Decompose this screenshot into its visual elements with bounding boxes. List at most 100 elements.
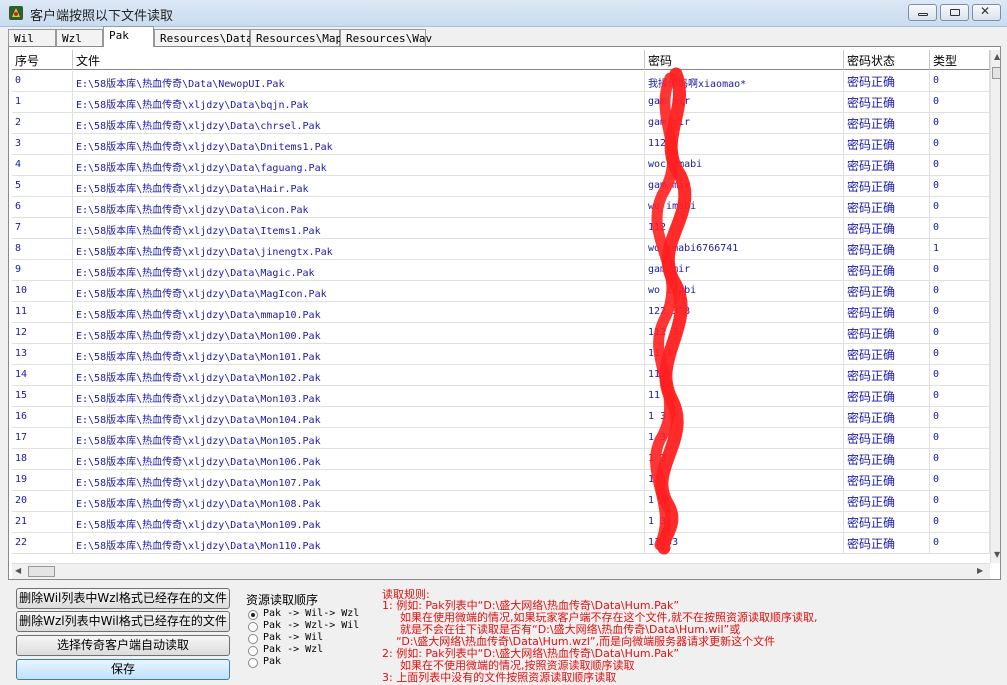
save-button[interactable]: 保存	[16, 659, 230, 680]
scroll-left-icon[interactable]: ◀	[15, 566, 21, 575]
table-row[interactable]: 9 E:\58版本库\热血传奇\xljdzy\Data\Magic.Pak gam …	[12, 260, 990, 281]
cell-type: 0	[930, 533, 990, 554]
table-row[interactable]: 22 E:\58版本库\热血传奇\xljdzy\Data\Mon110.Pak 11…	[12, 533, 990, 554]
cell-index: 3	[12, 134, 73, 155]
cell-index: 19	[12, 470, 73, 491]
cell-password: gam mir	[645, 92, 844, 113]
table-row[interactable]: 20 E:\58版本库\热血传奇\xljdzy\Data\Mon108.Pak 1 …	[12, 491, 990, 512]
cell-status: 密码正确	[844, 365, 930, 386]
col-status-header[interactable]: 密码状态	[844, 50, 930, 70]
window-title: 客户端按照以下文件读取	[30, 9, 174, 24]
horizontal-scrollbar[interactable]: ◀ ▶	[12, 563, 990, 579]
read-order-label: 资源读取顺序	[246, 593, 319, 607]
cell-password: 11 3	[645, 386, 844, 407]
table-row[interactable]: 12 E:\58版本库\热血传奇\xljdzy\Data\Mon100.Pak 11…	[12, 323, 990, 344]
tab-wzl[interactable]: Wzl	[56, 29, 103, 46]
radio-button[interactable]	[248, 634, 258, 644]
table-row[interactable]: 11 E:\58版本库\热血传奇\xljdzy\Data\mmap10.Pak 12…	[12, 302, 990, 323]
vertical-scroll-thumb[interactable]	[992, 67, 1000, 79]
tab-resources-map[interactable]: Resources\Map	[250, 29, 342, 46]
table-row[interactable]: 8 E:\58版本库\热血传奇\xljdzy\Data\jinengtx.Pak w…	[12, 239, 990, 260]
cell-file: E:\58版本库\热血传奇\xljdzy\Data\Hair.Pak	[73, 176, 645, 197]
cell-password: wo imabi	[645, 281, 844, 302]
cell-file: E:\58版本库\热血传奇\xljdzy\Data\Mon105.Pak	[73, 428, 645, 449]
vertical-scrollbar[interactable]: ▲ ▼	[990, 50, 1000, 563]
scroll-up-icon[interactable]: ▲	[994, 52, 1000, 61]
table-row[interactable]: 10 E:\58版本库\热血传奇\xljdzy\Data\MagIcon.Pak w…	[12, 281, 990, 302]
col-file-header[interactable]: 文件	[73, 50, 645, 70]
tab-wil[interactable]: Wil	[8, 29, 56, 46]
table-row[interactable]: 18 E:\58版本库\热血传奇\xljdzy\Data\Mon106.Pak 1 …	[12, 449, 990, 470]
table-row[interactable]: 19 E:\58版本库\热血传奇\xljdzy\Data\Mon107.Pak 1 …	[12, 470, 990, 491]
table-row[interactable]: 7 E:\58版本库\热血传奇\xljdzy\Data\Items1.Pak 112…	[12, 218, 990, 239]
table-row[interactable]: 4 E:\58版本库\热血传奇\xljdzy\Data\faguang.Pak wo…	[12, 155, 990, 176]
cell-status: 密码正确	[844, 134, 930, 155]
cell-status: 密码正确	[844, 470, 930, 491]
cell-status: 密码正确	[844, 449, 930, 470]
radio-button[interactable]	[248, 622, 258, 632]
cell-type: 0	[930, 407, 990, 428]
cell-index: 7	[12, 218, 73, 239]
col-password-header[interactable]: 密码	[645, 50, 844, 70]
tab-resources-data[interactable]: Resources\Data	[154, 29, 253, 46]
cell-index: 0	[12, 71, 73, 92]
minimize-button[interactable]	[908, 4, 937, 21]
table-row[interactable]: 0 E:\58版本库\热血传奇\Data\NewopUI.Pak 我操你妈啊xiao…	[12, 71, 990, 92]
cell-status: 密码正确	[844, 218, 930, 239]
table-row[interactable]: 21 E:\58版本库\热血传奇\xljdzy\Data\Mon109.Pak 1 …	[12, 512, 990, 533]
scroll-right-icon[interactable]: ▶	[977, 566, 983, 575]
table-row[interactable]: 13 E:\58版本库\热血传奇\xljdzy\Data\Mon101.Pak 11…	[12, 344, 990, 365]
radio-button[interactable]	[248, 658, 258, 668]
horizontal-scroll-thumb[interactable]	[28, 566, 55, 577]
read-order-option-label: Pak -> Wzl	[263, 644, 324, 655]
table-row[interactable]: 14 E:\58版本库\热血传奇\xljdzy\Data\Mon102.Pak 11…	[12, 365, 990, 386]
table-row[interactable]: 5 E:\58版本库\热血传奇\xljdzy\Data\Hair.Pak gam m…	[12, 176, 990, 197]
delete-wil-in-wzl-button[interactable]: 删除Wzl列表中Wil格式已经存在的文件	[16, 611, 230, 632]
cell-password: gam mir	[645, 260, 844, 281]
table-row[interactable]: 2 E:\58版本库\热血传奇\xljdzy\Data\chrsel.Pak gam…	[12, 113, 990, 134]
scroll-down-icon[interactable]: ▼	[994, 550, 1000, 559]
cell-status: 密码正确	[844, 155, 930, 176]
read-order-option-label: Pak	[263, 656, 282, 667]
cell-index: 15	[12, 386, 73, 407]
cell-password: gam mir	[645, 176, 844, 197]
app-icon	[9, 6, 23, 20]
cell-status: 密码正确	[844, 428, 930, 449]
cell-file: E:\58版本库\热血传奇\xljdzy\Data\Mon107.Pak	[73, 470, 645, 491]
maximize-button[interactable]	[940, 4, 969, 21]
cell-status: 密码正确	[844, 281, 930, 302]
cell-index: 8	[12, 239, 73, 260]
cell-index: 16	[12, 407, 73, 428]
grid-body: 0 E:\58版本库\热血传奇\Data\NewopUI.Pak 我操你妈啊xiao…	[12, 71, 990, 579]
cell-password: gam mir	[645, 113, 844, 134]
tab-pak[interactable]: Pak	[103, 26, 154, 47]
table-row[interactable]: 15 E:\58版本库\热血传奇\xljdzy\Data\Mon103.Pak 11…	[12, 386, 990, 407]
table-row[interactable]: 6 E:\58版本库\热血传奇\xljdzy\Data\icon.Pak wo im…	[12, 197, 990, 218]
close-button[interactable]: ✕	[972, 4, 1001, 21]
radio-button[interactable]	[248, 610, 258, 620]
tab-resources-wav[interactable]: Resources\Wav	[340, 29, 432, 46]
table-row[interactable]: 17 E:\58版本库\热血传奇\xljdzy\Data\Mon105.Pak 1 …	[12, 428, 990, 449]
table-row[interactable]: 1 E:\58版本库\热血传奇\xljdzy\Data\bqjn.Pak gam m…	[12, 92, 990, 113]
cell-type: 0	[930, 92, 990, 113]
title-bar[interactable]: 客户端按照以下文件读取 ✕	[0, 0, 1007, 27]
cell-file: E:\58版本库\热血传奇\xljdzy\Data\bqjn.Pak	[73, 92, 645, 113]
table-row[interactable]: 3 E:\58版本库\热血传奇\xljdzy\Data\Dnitems1.Pak 1…	[12, 134, 990, 155]
cell-type: 0	[930, 449, 990, 470]
delete-wzl-in-wil-button[interactable]: 删除Wil列表中Wzl格式已经存在的文件	[16, 588, 230, 609]
cell-status: 密码正确	[844, 113, 930, 134]
table-row[interactable]: 16 E:\58版本库\热血传奇\xljdzy\Data\Mon104.Pak 1 …	[12, 407, 990, 428]
col-type-header[interactable]: 类型	[930, 50, 990, 70]
cell-password: 11 3	[645, 365, 844, 386]
radio-button[interactable]	[248, 646, 258, 656]
cell-type: 0	[930, 155, 990, 176]
col-index-header[interactable]: 序号	[12, 50, 73, 70]
cell-type: 0	[930, 71, 990, 92]
cell-password: 112	[645, 218, 844, 239]
cell-type: 0	[930, 176, 990, 197]
cell-file: E:\58版本库\热血传奇\xljdzy\Data\Magic.Pak	[73, 260, 645, 281]
cell-type: 0	[930, 386, 990, 407]
cell-type: 0	[930, 491, 990, 512]
select-client-button[interactable]: 选择传奇客户端自动读取	[16, 635, 230, 656]
cell-password: wo imabi6766741	[645, 239, 844, 260]
